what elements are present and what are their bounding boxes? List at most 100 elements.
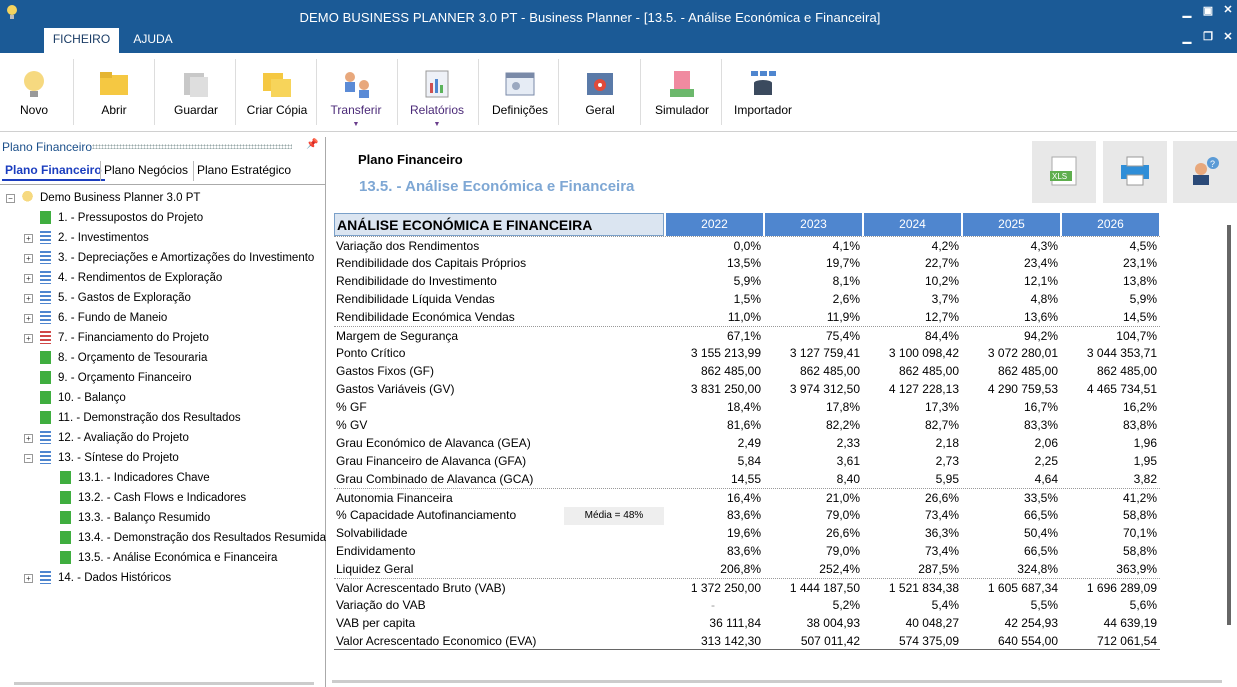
table-cell: 23,1% bbox=[1122, 256, 1157, 270]
ribbon-separator bbox=[154, 59, 155, 125]
table-cell: 14,55 bbox=[730, 472, 761, 486]
mdi-minimize-icon[interactable]: ▁ bbox=[1180, 31, 1194, 44]
table-cell: 50,4% bbox=[1023, 526, 1058, 540]
tab-ficheiro[interactable]: FICHEIRO bbox=[44, 28, 119, 53]
minimize-icon[interactable]: ▁ bbox=[1180, 5, 1194, 18]
reports-button[interactable]: Relatórios ▼ bbox=[406, 59, 468, 129]
tab-plano-estrategico[interactable]: Plano Estratégico bbox=[193, 161, 294, 181]
tree-item[interactable]: 11. - Demonstração dos Resultados bbox=[0, 409, 325, 427]
copy-folder-icon bbox=[263, 73, 291, 97]
row-label: % GV bbox=[336, 418, 368, 432]
tree-item[interactable]: 13.5. - Análise Económica e Financeira bbox=[0, 549, 325, 567]
tree-item[interactable]: 9. - Orçamento Financeiro bbox=[0, 369, 325, 387]
open-button[interactable]: Abrir bbox=[84, 59, 144, 129]
table-cell: 66,5% bbox=[1023, 508, 1058, 522]
dropdown-caret-icon: ▼ bbox=[352, 121, 360, 128]
settings-button[interactable]: Definições bbox=[488, 59, 552, 129]
table-row: Gastos Fixos (GF) 862 485,00 862 485,00 862… bbox=[334, 362, 1160, 380]
pin-icon[interactable]: 📌 bbox=[306, 139, 318, 150]
tree-item[interactable]: 13.4. - Demonstração dos Resultados Resu… bbox=[0, 529, 326, 547]
table-cell: 70,1% bbox=[1122, 526, 1157, 540]
row-label: Rendibilidade Líquida Vendas bbox=[336, 292, 495, 306]
help-button[interactable]: ? bbox=[1173, 141, 1237, 203]
table-row: Grau Económico de Alavanca (GEA) 2,49 2,33… bbox=[334, 434, 1160, 452]
tree-item[interactable]: +5. - Gastos de Exploração bbox=[0, 289, 325, 307]
general-button[interactable]: Geral bbox=[570, 59, 630, 129]
expand-icon[interactable]: + bbox=[24, 254, 33, 263]
table-cell: 83,3% bbox=[1023, 418, 1058, 432]
tree-item-label: 14. - Dados Históricos bbox=[58, 572, 172, 584]
new-button[interactable]: Novo bbox=[4, 59, 64, 129]
collapse-icon[interactable]: − bbox=[24, 454, 33, 463]
table-cell: 12,1% bbox=[1023, 274, 1058, 288]
vertical-scrollbar[interactable] bbox=[1227, 225, 1231, 625]
table-cell: 4 127 228,13 bbox=[888, 382, 959, 396]
table-cell: 507 011,42 bbox=[800, 634, 860, 648]
save-button[interactable]: Guardar bbox=[166, 59, 226, 129]
close-icon[interactable]: ✕ bbox=[1221, 3, 1235, 16]
table-cell: 862 485,00 bbox=[700, 364, 761, 378]
tree-item-label: 2. - Investimentos bbox=[58, 232, 149, 244]
table-cell: 5,6% bbox=[1129, 598, 1157, 612]
table-cell: 3 127 759,41 bbox=[789, 346, 860, 360]
tree-item[interactable]: 13.3. - Balanço Resumido bbox=[0, 509, 325, 527]
tree-item[interactable]: +2. - Investimentos bbox=[0, 229, 325, 247]
tree-item[interactable]: +12. - Avaliação do Projeto bbox=[0, 429, 325, 447]
expand-icon[interactable]: + bbox=[24, 434, 33, 443]
expand-icon[interactable]: + bbox=[24, 574, 33, 583]
table-cell: 5,5% bbox=[1030, 598, 1058, 612]
transfer-button[interactable]: Transferir ▼ bbox=[326, 59, 386, 129]
tab-plano-negocios[interactable]: Plano Negócios bbox=[100, 161, 191, 181]
table-cell: 13,5% bbox=[726, 256, 761, 270]
tree-item[interactable]: 10. - Balanço bbox=[0, 389, 325, 407]
spreadsheet-icon bbox=[60, 511, 71, 524]
row-label: Rendibilidade do Investimento bbox=[336, 274, 497, 288]
horizontal-scrollbar[interactable] bbox=[14, 682, 314, 685]
tree-item[interactable]: +7. - Financiamento do Projeto bbox=[0, 329, 325, 347]
expand-icon[interactable]: + bbox=[24, 334, 33, 343]
tree-item[interactable]: +4. - Rendimentos de Exploração bbox=[0, 269, 325, 287]
tab-plano-financeiro[interactable]: Plano Financeiro bbox=[2, 161, 105, 181]
expand-icon[interactable]: + bbox=[24, 294, 33, 303]
maximize-icon[interactable]: ▣ bbox=[1201, 4, 1215, 17]
create-copy-button[interactable]: Criar Cópia bbox=[244, 59, 310, 129]
table-cell: 2,25 bbox=[1034, 454, 1058, 468]
tree-item[interactable]: 1. - Pressupostos do Projeto bbox=[0, 209, 325, 227]
row-label: Margem de Segurança bbox=[336, 329, 459, 343]
mdi-close-icon[interactable]: ✕ bbox=[1221, 30, 1235, 43]
table-cell: 287,5% bbox=[918, 562, 959, 576]
collapse-icon[interactable]: − bbox=[6, 194, 15, 203]
expand-icon[interactable]: + bbox=[24, 234, 33, 243]
table-cell: 19,6% bbox=[726, 526, 761, 540]
table-cell: 1 444 187,50 bbox=[789, 581, 860, 595]
tree-item[interactable]: +14. - Dados Históricos bbox=[0, 569, 325, 587]
print-button[interactable] bbox=[1103, 141, 1167, 203]
expand-icon[interactable]: + bbox=[24, 274, 33, 283]
list-icon bbox=[40, 231, 51, 244]
table-row: Margem de Segurança 67,1% 75,4% 84,4% 94,2% 1… bbox=[334, 326, 1160, 344]
horizontal-scrollbar[interactable] bbox=[332, 680, 1222, 683]
row-label: Grau Económico de Alavanca (GEA) bbox=[336, 436, 531, 450]
tree-item-label: 13.2. - Cash Flows e Indicadores bbox=[78, 492, 247, 504]
importer-button[interactable]: Importador bbox=[730, 59, 796, 129]
table-cell: 12,7% bbox=[924, 310, 959, 324]
tree-item[interactable]: 13.1. - Indicadores Chave bbox=[0, 469, 325, 487]
tree-item-label: 1. - Pressupostos do Projeto bbox=[58, 212, 204, 224]
main-content: Plano Financeiro 13.5. - Análise Económi… bbox=[332, 137, 1237, 687]
mdi-restore-icon[interactable]: ❐ bbox=[1201, 30, 1215, 43]
expand-icon[interactable]: + bbox=[24, 314, 33, 323]
tree-item[interactable]: − 13. - Síntese do Projeto bbox=[0, 449, 325, 467]
simulator-button[interactable]: Simulador bbox=[650, 59, 714, 129]
tree-item[interactable]: 8. - Orçamento de Tesouraria bbox=[0, 349, 325, 367]
year-header: 2025 bbox=[962, 213, 1060, 236]
table-header: ANÁLISE ECONÓMICA E FINANCEIRA 2022 2023 2… bbox=[334, 213, 1160, 236]
tree-item[interactable]: +3. - Depreciações e Amortizações do Inv… bbox=[0, 249, 325, 267]
tree-item[interactable]: 13.2. - Cash Flows e Indicadores bbox=[0, 489, 325, 507]
tab-ajuda[interactable]: AJUDA bbox=[122, 28, 184, 53]
excel-export-button[interactable]: XLS bbox=[1032, 141, 1096, 203]
tree-item-label: 13.5. - Análise Económica e Financeira bbox=[78, 552, 278, 564]
tree-item[interactable]: +6. - Fundo de Maneio bbox=[0, 309, 325, 327]
tree-item[interactable]: − Demo Business Planner 3.0 PT bbox=[0, 189, 325, 207]
table-row: % GF 18,4% 17,8% 17,3% 16,7% 16,2% bbox=[334, 398, 1160, 416]
table-cell: 4 290 759,53 bbox=[987, 382, 1058, 396]
